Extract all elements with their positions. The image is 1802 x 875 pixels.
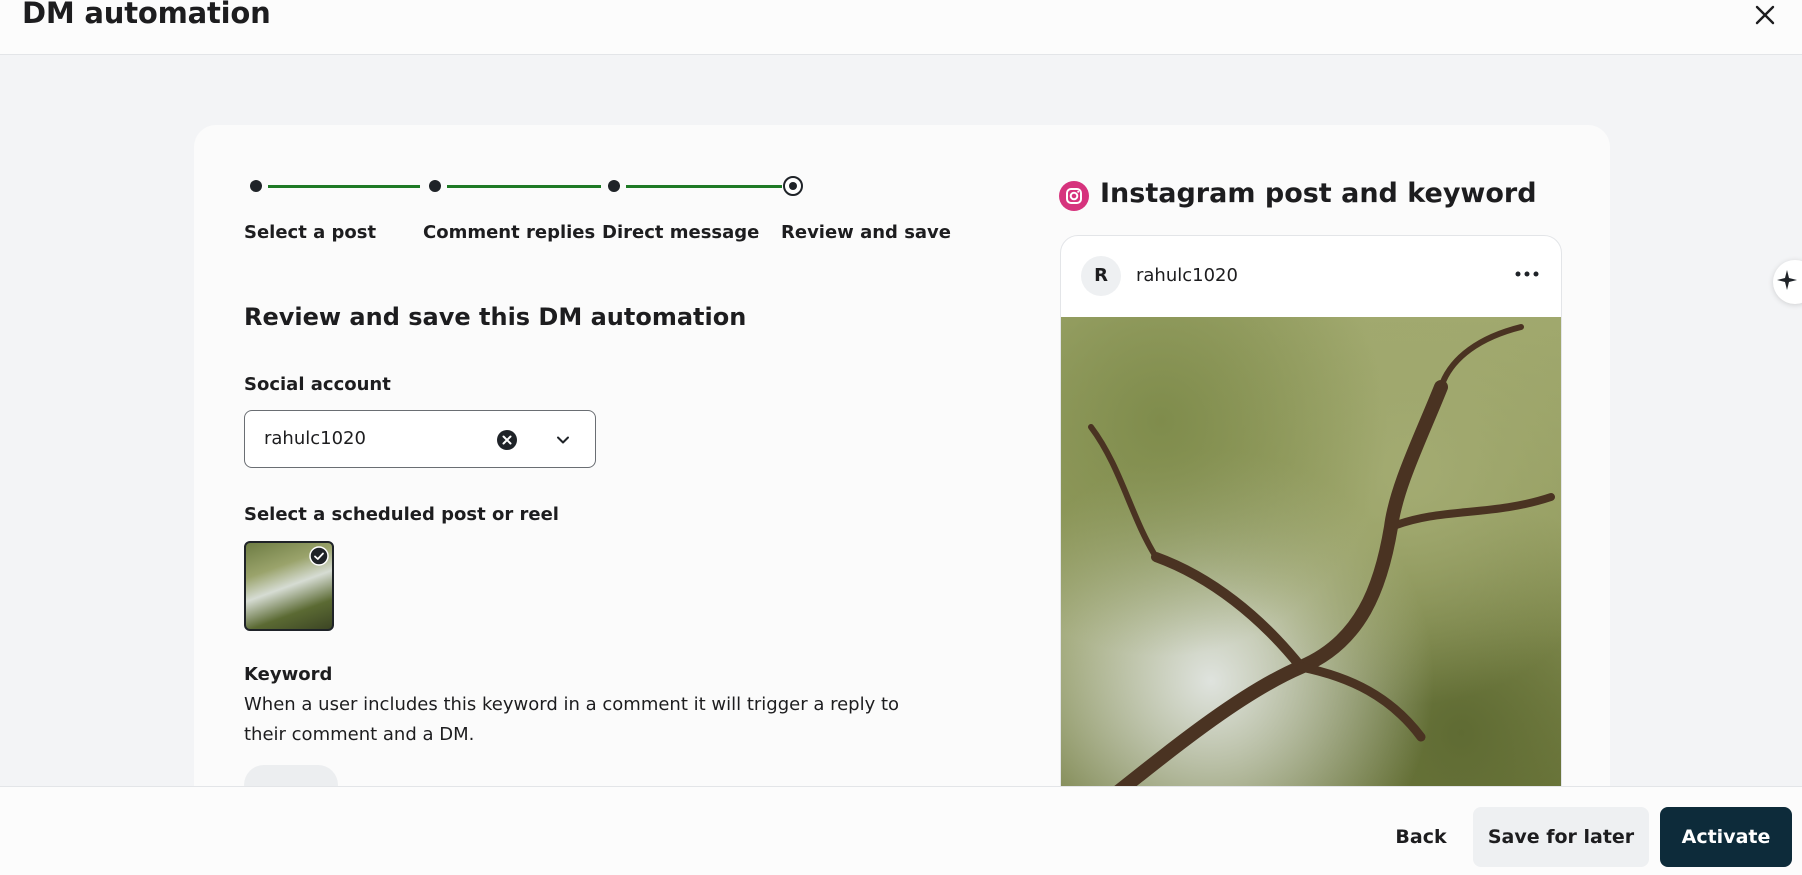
instagram-icon	[1059, 181, 1089, 211]
username: rahulc1020	[1136, 265, 1238, 286]
step-connector-1	[268, 185, 420, 188]
avatar: R	[1081, 256, 1121, 296]
ai-assist-button[interactable]	[1773, 260, 1802, 304]
preview-title: Instagram post and keyword	[1100, 178, 1537, 209]
step-label-direct-message[interactable]: Direct message	[602, 222, 759, 243]
tree-branches	[1061, 324, 1555, 836]
clear-icon[interactable]	[497, 430, 517, 450]
keyword-description: When a user includes this keyword in a c…	[244, 694, 900, 745]
header: DM automation	[0, 0, 1802, 55]
step-connector-2	[447, 185, 601, 188]
step-3-dot	[608, 180, 620, 192]
step-label-select-post[interactable]: Select a post	[244, 222, 376, 243]
step-label-review-save[interactable]: Review and save	[781, 222, 951, 243]
social-account-value: rahulc1020	[264, 428, 366, 449]
sparkle-icon	[1777, 270, 1797, 290]
stepper: Select a post Comment replies Direct mes…	[244, 176, 951, 256]
social-account-select[interactable]: rahulc1020	[244, 410, 596, 468]
post-thumbnail[interactable]	[244, 541, 334, 631]
close-icon[interactable]	[1752, 2, 1778, 28]
social-account-label: Social account	[244, 374, 391, 395]
more-options-icon[interactable]	[1513, 264, 1541, 284]
footer: Back Save for later Activate	[0, 786, 1802, 875]
step-2-dot	[429, 180, 441, 192]
back-button[interactable]: Back	[1386, 807, 1456, 867]
check-circle-icon	[309, 546, 329, 566]
page-title: DM automation	[22, 0, 271, 30]
activate-button[interactable]: Activate	[1660, 807, 1792, 867]
step-connector-3	[626, 185, 782, 188]
keyword-label: Keyword	[244, 664, 333, 685]
chevron-down-icon[interactable]	[555, 432, 571, 448]
step-label-comment-replies[interactable]: Comment replies	[423, 222, 595, 243]
post-image	[1061, 317, 1561, 836]
section-title: Review and save this DM automation	[244, 303, 747, 331]
step-4-dot-active	[783, 176, 803, 196]
save-for-later-button[interactable]: Save for later	[1473, 807, 1649, 867]
step-1-dot	[250, 180, 262, 192]
post-select-label: Select a scheduled post or reel	[244, 504, 559, 525]
post-preview-card: R rahulc1020	[1060, 235, 1562, 837]
